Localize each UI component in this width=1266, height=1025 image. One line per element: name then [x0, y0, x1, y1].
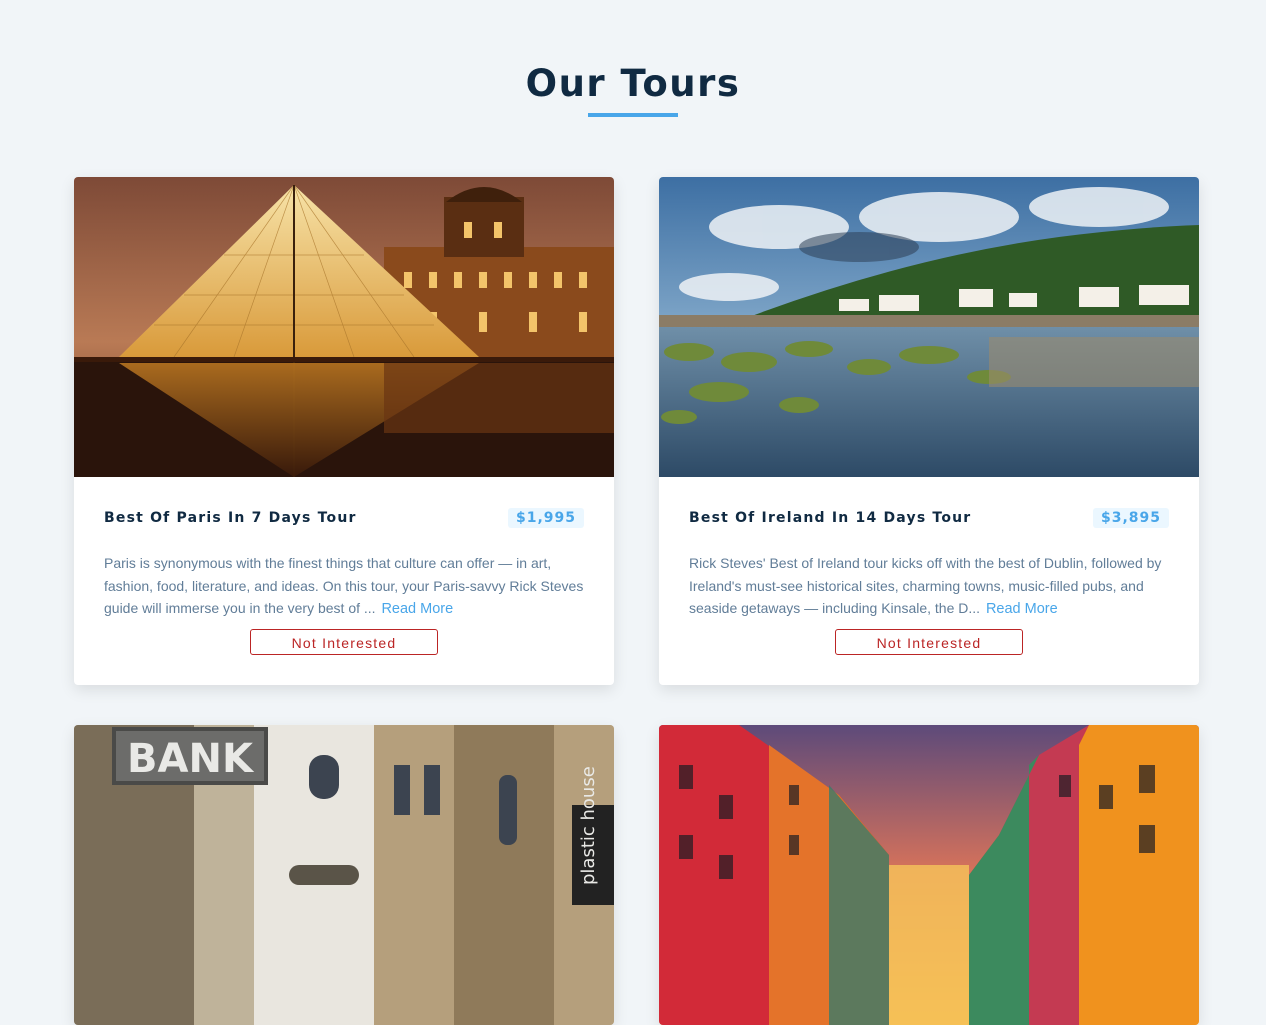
tour-price: $3,895: [1092, 508, 1169, 528]
tour-name: Best Of Ireland In 14 Days Tour: [689, 510, 972, 526]
tour-image-burano: [659, 725, 1199, 1025]
tour-card-paris: Best Of Paris In 7 Days Tour $1,995 Pari…: [74, 177, 614, 685]
tour-description-text: Paris is synonymous with the finest thin…: [104, 555, 584, 616]
shop-sign-text: plastic house: [578, 766, 599, 885]
page-title: Our Tours: [525, 62, 741, 105]
not-interested-button[interactable]: Not Interested: [250, 628, 438, 655]
tour-card-vienna: BANK plastic house: [74, 725, 614, 1025]
read-more-button[interactable]: Read More: [984, 601, 1058, 617]
tour-card-ireland: Best Of Ireland In 14 Days Tour $3,895 R…: [659, 177, 1199, 685]
tour-description: Paris is synonymous with the finest thin…: [104, 552, 584, 620]
tour-card-burano: [659, 725, 1199, 1025]
tour-header: Best Of Paris In 7 Days Tour $1,995: [104, 506, 584, 530]
tour-image-vienna: BANK plastic house: [74, 725, 614, 1025]
tour-info: Best Of Ireland In 14 Days Tour $3,895 R…: [659, 477, 1199, 685]
title-underline: [588, 113, 678, 117]
tour-name: Best Of Paris In 7 Days Tour: [104, 510, 357, 526]
tour-price: $1,995: [507, 508, 584, 528]
not-interested-button[interactable]: Not Interested: [835, 628, 1023, 655]
section-title-wrap: Our Tours: [0, 58, 1266, 117]
tour-header: Best Of Ireland In 14 Days Tour $3,895: [689, 506, 1169, 530]
tour-image-paris: [74, 177, 614, 477]
bank-sign-text: BANK: [127, 736, 255, 782]
button-row: Not Interested: [104, 628, 584, 685]
tour-description: Rick Steves' Best of Ireland tour kicks …: [689, 552, 1169, 620]
tour-image-ireland: [659, 177, 1199, 477]
read-more-button[interactable]: Read More: [379, 601, 453, 617]
button-row: Not Interested: [689, 628, 1169, 685]
tour-description-text: Rick Steves' Best of Ireland tour kicks …: [689, 555, 1162, 616]
tour-info: Best Of Paris In 7 Days Tour $1,995 Pari…: [74, 477, 614, 685]
